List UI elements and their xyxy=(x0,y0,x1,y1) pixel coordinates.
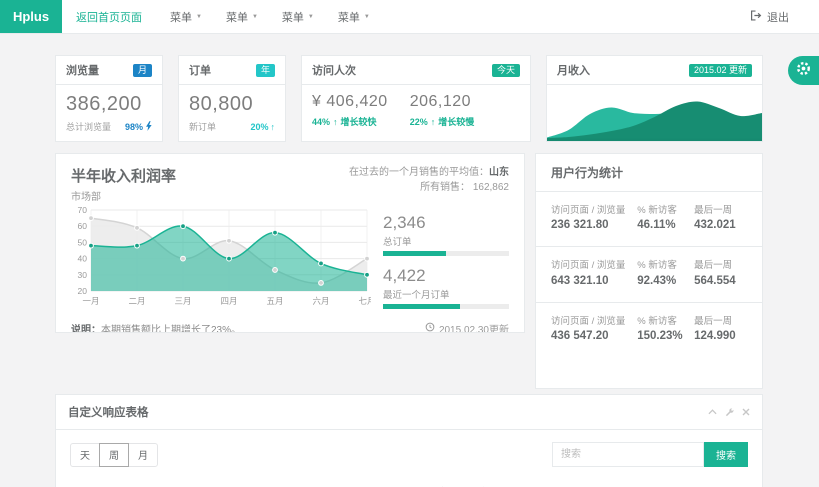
panel-note: 本期销售额比上期增长了23%。 xyxy=(101,325,241,333)
topbar: Hplus 返回首页页面 菜单▼ 菜单▼ 菜单▼ 菜单▼ 退出 xyxy=(0,0,819,34)
sales-value: 162,862 xyxy=(473,182,509,193)
svg-text:一月: 一月 xyxy=(82,296,99,306)
nav-home-link[interactable]: 返回首页页面 xyxy=(62,0,158,33)
theme-settings-button[interactable] xyxy=(788,56,819,85)
card-sub-label: 总计浏览量 xyxy=(66,120,111,133)
arrow-up-icon: ↑ xyxy=(271,122,276,132)
caret-down-icon: ▼ xyxy=(364,14,370,20)
card-pageviews: 浏览量 月 386,200 总计浏览量 98% xyxy=(55,55,163,142)
card-title: 月收入 xyxy=(557,62,590,78)
gear-icon xyxy=(796,61,811,81)
caret-down-icon: ▼ xyxy=(252,14,258,20)
range-month-button[interactable]: 月 xyxy=(128,443,158,467)
profit-line-chart: 一月 二月 三月 四月 五月 六月 七月 20 30 40 50 60 70 xyxy=(71,205,371,308)
caret-down-icon: ▼ xyxy=(196,14,202,20)
card-orders: 订单 年 80,800 新订单 20% ↑ xyxy=(178,55,286,142)
user-stats-row: 访问页面 / 浏览量436 547.20 % 新访客150.23% 最后一周12… xyxy=(536,303,762,357)
collapse-icon[interactable] xyxy=(708,408,717,416)
col-header-project: 项目 xyxy=(70,480,423,487)
profit-panel: 半年收入利润率 市场部 在过去的一个月销售的平均值：山东 所有销售： 162,8… xyxy=(55,153,525,333)
nav-menu-4[interactable]: 菜单▼ xyxy=(326,0,382,33)
card-sub-label: 新订单 xyxy=(189,120,216,133)
user-stats-panel: 用户行为统计 访问页面 / 浏览量236 321.80 % 新访客46.11% … xyxy=(535,153,763,389)
card-value: 80,800 xyxy=(189,93,275,116)
card-title: 浏览量 xyxy=(66,62,99,78)
svg-text:40: 40 xyxy=(78,254,88,264)
month-orders-progress xyxy=(383,304,509,309)
updated-badge: 2015.02 更新 xyxy=(689,64,752,77)
card-title: 访问人次 xyxy=(312,62,356,78)
dashboard-content: 浏览量 月 386,200 总计浏览量 98% 订单 年 80, xyxy=(55,55,763,487)
main-nav: 返回首页页面 菜单▼ 菜单▼ 菜单▼ 菜单▼ xyxy=(62,0,382,33)
total-orders-value: 2,346 xyxy=(383,213,509,233)
arrow-up-icon: ↑ xyxy=(333,117,338,127)
nav-menu-3[interactable]: 菜单▼ xyxy=(270,0,326,33)
range-week-button[interactable]: 周 xyxy=(99,443,129,467)
arrow-up-icon: ↑ xyxy=(431,117,436,127)
logout-button[interactable]: 退出 xyxy=(749,0,819,33)
panel-title: 半年收入利润率 xyxy=(71,165,176,186)
card-value: 386,200 xyxy=(66,93,152,116)
card-sub-value: 20% xyxy=(250,122,268,132)
panel-title: 用户行为统计 xyxy=(536,154,762,192)
svg-text:20: 20 xyxy=(78,286,88,296)
svg-text:四月: 四月 xyxy=(220,296,237,306)
svg-text:60: 60 xyxy=(78,221,88,231)
period-badge: 今天 xyxy=(492,64,520,77)
svg-text:50: 50 xyxy=(78,237,88,247)
responsive-table-panel: 自定义响应表格 天 周 月 搜索 xyxy=(55,394,763,487)
search-button[interactable]: 搜索 xyxy=(704,442,748,467)
panel-subtitle: 市场部 xyxy=(71,188,176,203)
avg-value: 山东 xyxy=(489,167,509,178)
card-visits: 访问人次 今天 ¥ 406,420 44% ↑ 增长较快 206,120 xyxy=(301,55,531,142)
total-orders-progress xyxy=(383,251,509,256)
visits-count-stat: 206,120 22% ↑ 增长较慢 xyxy=(410,93,475,128)
user-stats-row: 访问页面 / 浏览量236 321.80 % 新访客46.11% 最后一周432… xyxy=(536,192,762,247)
total-orders-label: 总订单 xyxy=(383,234,509,248)
range-day-button[interactable]: 天 xyxy=(70,443,100,467)
nav-menu-2[interactable]: 菜单▼ xyxy=(214,0,270,33)
svg-text:70: 70 xyxy=(78,205,88,215)
sign-out-icon xyxy=(749,9,762,25)
brand-logo[interactable]: Hplus xyxy=(0,0,62,33)
clock-icon xyxy=(425,322,435,333)
svg-text:三月: 三月 xyxy=(174,296,191,306)
nav-menu-1[interactable]: 菜单▼ xyxy=(158,0,214,33)
col-header-progress: 进度 xyxy=(423,480,477,487)
user-stats-row: 访问页面 / 浏览量643 321.10 % 新访客92.43% 最后一周564… xyxy=(536,247,762,302)
col-header-date: 日期 xyxy=(538,480,674,487)
monthly-income-area-chart xyxy=(547,85,762,141)
summary-cards-row: 浏览量 月 386,200 总计浏览量 98% 订单 年 80, xyxy=(55,55,763,142)
svg-text:二月: 二月 xyxy=(128,296,145,306)
col-header-task: 任务 xyxy=(477,480,538,487)
period-badge: 月 xyxy=(133,64,152,77)
updated-text: 2015.02.30更新 xyxy=(439,321,509,333)
card-title: 订单 xyxy=(189,62,211,78)
svg-text:六月: 六月 xyxy=(312,296,329,306)
search-input[interactable] xyxy=(552,442,704,467)
panel-title: 自定义响应表格 xyxy=(68,404,149,420)
svg-text:30: 30 xyxy=(78,270,88,280)
period-badge: 年 xyxy=(256,64,275,77)
svg-text:五月: 五月 xyxy=(266,296,283,306)
svg-text:七月: 七月 xyxy=(358,296,371,306)
col-header-actions: 操作 xyxy=(673,480,748,487)
close-icon[interactable] xyxy=(742,408,750,416)
card-sub-value: 98% xyxy=(125,122,143,132)
bolt-icon xyxy=(145,121,152,133)
wrench-icon[interactable] xyxy=(725,408,734,417)
projects-table: 项目 进度 任务 日期 操作 米莫说 | MiMO Show 20% 2014.… xyxy=(70,480,748,487)
card-monthly-income: 月收入 2015.02 更新 xyxy=(546,55,763,142)
caret-down-icon: ▼ xyxy=(308,14,314,20)
month-orders-label: 最近一个月订单 xyxy=(383,287,509,301)
month-orders-value: 4,422 xyxy=(383,266,509,286)
range-button-group: 天 周 月 xyxy=(70,443,157,467)
visits-revenue-stat: ¥ 406,420 44% ↑ 增长较快 xyxy=(312,93,388,128)
